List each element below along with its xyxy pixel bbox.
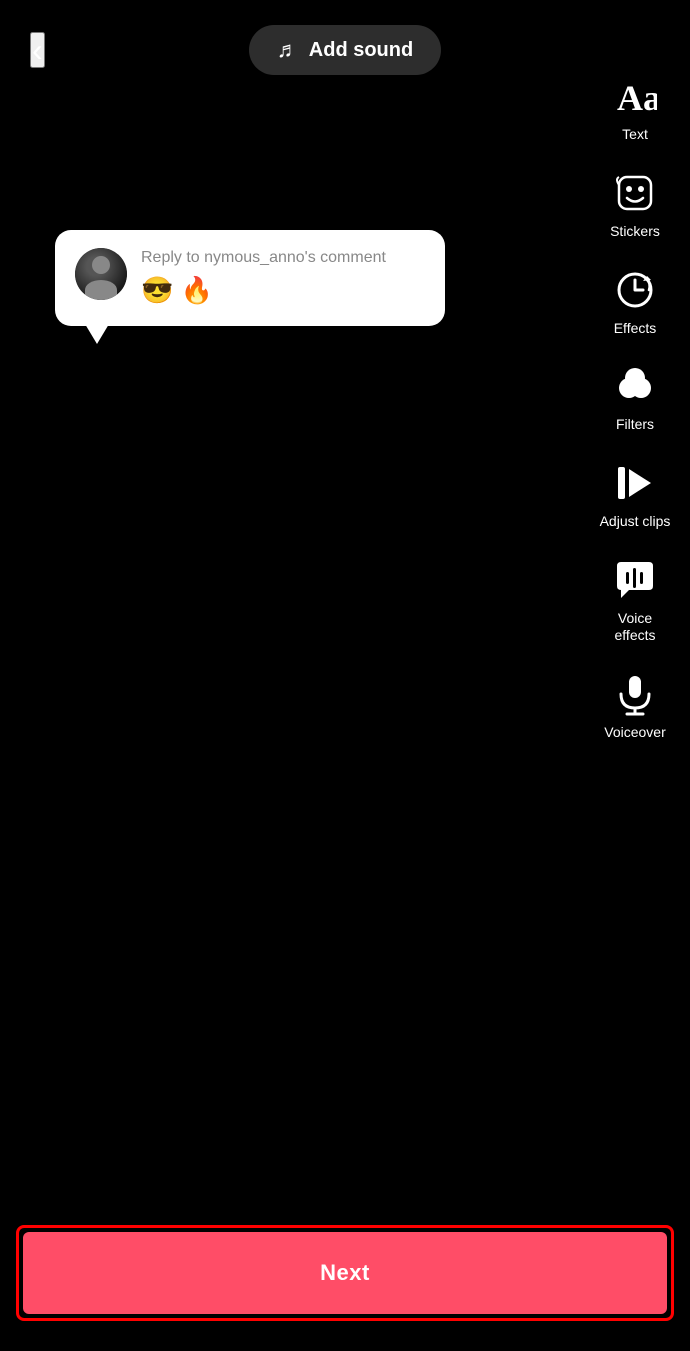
avatar xyxy=(75,248,127,300)
next-button-wrapper: Next xyxy=(16,1225,674,1321)
voiceover-label: Voiceover xyxy=(604,724,665,741)
avatar-image xyxy=(75,248,127,300)
tool-effects[interactable]: Effects xyxy=(580,254,690,347)
comment-reply-text: Reply to nymous_anno's comment xyxy=(141,248,425,269)
text-label: Text xyxy=(622,126,648,143)
voice-effects-icon xyxy=(609,554,661,606)
voice-effects-label: Voice effects xyxy=(615,610,656,644)
next-button[interactable]: Next xyxy=(23,1232,667,1314)
comment-content: Reply to nymous_anno's comment 😎 🔥 xyxy=(141,248,425,306)
comment-emojis: 😎 🔥 xyxy=(141,275,425,306)
tool-text[interactable]: Aa Text xyxy=(580,60,690,153)
tool-stickers[interactable]: Stickers xyxy=(580,157,690,250)
adjust-clips-icon xyxy=(609,457,661,509)
filters-icon xyxy=(609,360,661,412)
tool-voice-effects[interactable]: Voice effects xyxy=(580,544,690,654)
tool-voiceover[interactable]: Voiceover xyxy=(580,658,690,751)
voiceover-icon xyxy=(609,668,661,720)
stickers-icon xyxy=(609,167,661,219)
add-sound-label: Add sound xyxy=(309,39,413,62)
back-button[interactable]: ‹ xyxy=(30,32,45,68)
add-sound-button[interactable]: ♬ Add sound xyxy=(249,25,441,75)
music-icon: ♬ xyxy=(277,37,299,63)
tool-adjust-clips[interactable]: Adjust clips xyxy=(580,447,690,540)
text-icon: Aa xyxy=(609,70,661,122)
right-toolbar: Aa Text Stickers xyxy=(580,60,690,750)
filters-label: Filters xyxy=(616,416,654,433)
comment-bubble: Reply to nymous_anno's comment 😎 🔥 xyxy=(55,230,445,326)
effects-icon xyxy=(609,264,661,316)
svg-text:Aa: Aa xyxy=(617,78,657,118)
stickers-label: Stickers xyxy=(610,223,660,240)
tool-filters[interactable]: Filters xyxy=(580,350,690,443)
adjust-clips-label: Adjust clips xyxy=(600,513,671,530)
effects-label: Effects xyxy=(614,320,657,337)
